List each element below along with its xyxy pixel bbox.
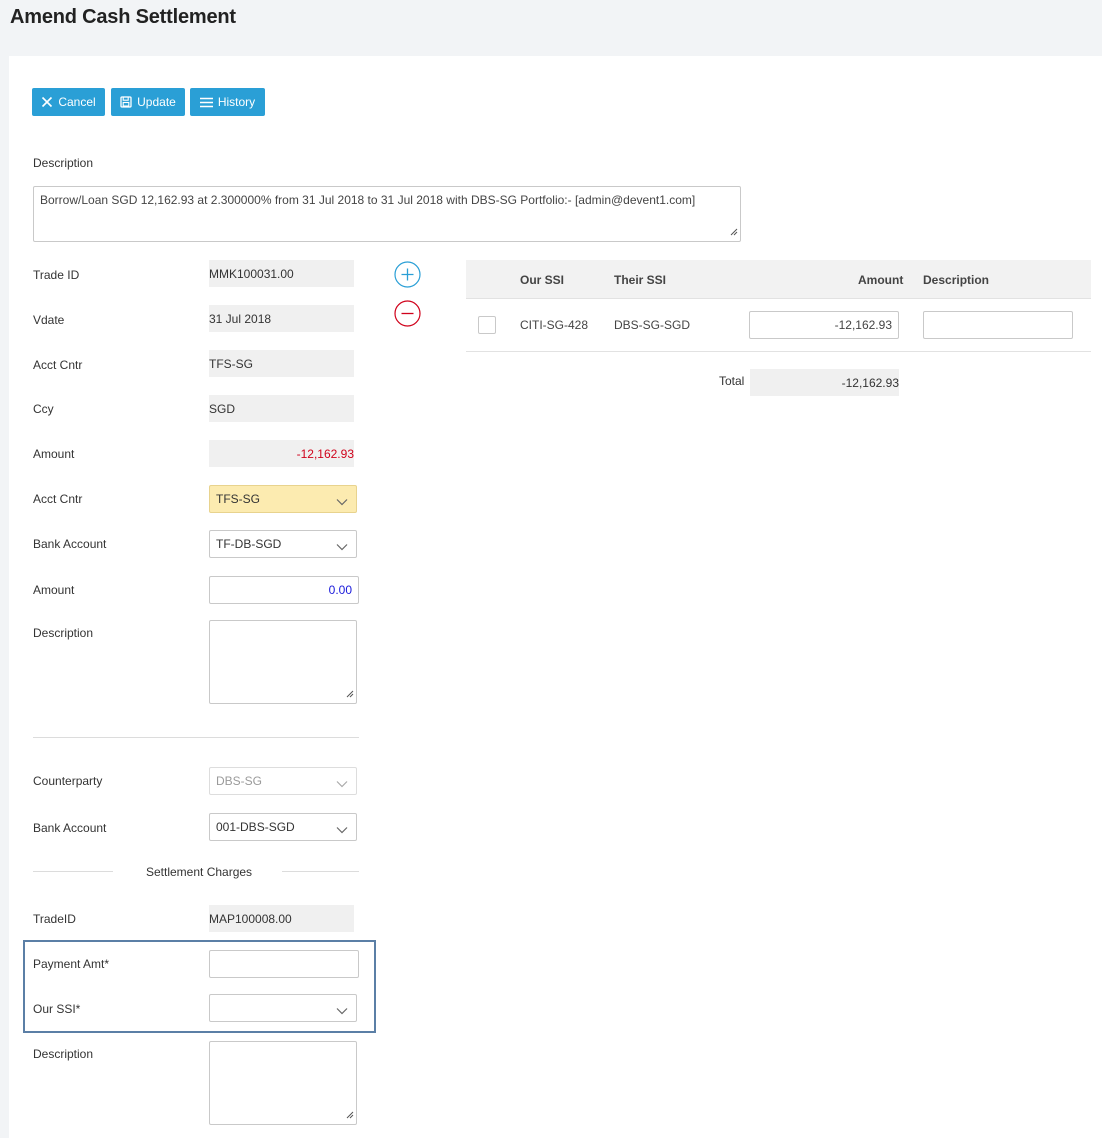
amount-field: -12,162.93 — [209, 440, 354, 467]
trade-id-label: Trade ID — [33, 268, 80, 282]
our-bank-account-select[interactable]: TF-DB-SGD — [209, 530, 357, 558]
our-acct-cntr-value: TFS-SG — [216, 492, 260, 506]
row-checkbox[interactable] — [478, 316, 496, 334]
vdate-field: 31 Jul 2018 — [209, 305, 354, 332]
counterparty-value: DBS-SG — [216, 774, 263, 788]
our-acct-cntr-label: Acct Cntr — [33, 492, 83, 506]
header-our-ssi: Our SSI — [520, 273, 565, 287]
settlement-charges-heading: Settlement Charges — [146, 865, 253, 879]
charges-trade-id-value: MAP100008.00 — [209, 911, 292, 926]
amount-label: Amount — [33, 447, 75, 461]
payment-amt-label: Payment Amt* — [33, 957, 110, 971]
trade-id-value: MMK100031.00 — [209, 266, 294, 281]
header-their-ssi: Their SSI — [614, 273, 667, 287]
header-amount: Amount — [858, 273, 904, 287]
resize-handle-icon[interactable] — [346, 1108, 354, 1122]
acct-cntr-value: TFS-SG — [209, 356, 253, 371]
our-amount-label: Amount — [33, 583, 75, 597]
save-icon — [120, 96, 132, 108]
chevron-down-icon — [336, 823, 348, 837]
our-ssi-label: Our SSI* — [33, 1002, 81, 1016]
chevron-down-icon — [336, 495, 348, 509]
list-icon — [199, 97, 213, 108]
our-bank-account-value: TF-DB-SGD — [216, 537, 282, 551]
vdate-label: Vdate — [33, 313, 65, 327]
trade-id-field: MMK100031.00 — [209, 260, 354, 287]
counterparty-label: Counterparty — [33, 774, 103, 788]
acct-cntr-label: Acct Cntr — [33, 358, 83, 372]
ccy-field: SGD — [209, 395, 354, 422]
resize-handle-icon[interactable] — [346, 687, 354, 701]
row-amount-value: -12,162.93 — [834, 318, 892, 332]
their-bank-account-label: Bank Account — [33, 821, 107, 835]
amount-value: -12,162.93 — [296, 446, 354, 461]
total-value: -12,162.93 — [841, 375, 899, 390]
description-textarea[interactable]: Borrow/Loan SGD 12,162.93 at 2.300000% f… — [33, 186, 741, 242]
our-amount-input[interactable]: 0.00 — [209, 576, 359, 604]
charges-trade-id-field: MAP100008.00 — [209, 905, 354, 932]
row-their-ssi: DBS-SG-SGD — [614, 318, 691, 332]
total-field: -12,162.93 — [750, 369, 899, 396]
vdate-value: 31 Jul 2018 — [209, 311, 272, 326]
remove-row-button[interactable] — [394, 300, 421, 327]
charges-description-label: Description — [33, 1047, 94, 1061]
our-amount-value: 0.00 — [328, 583, 352, 597]
header-description: Description — [923, 273, 990, 287]
charges-trade-id-label: TradeID — [33, 912, 76, 926]
charges-divider-left — [33, 871, 113, 872]
total-label: Total — [719, 374, 745, 388]
counterparty-select: DBS-SG — [209, 767, 357, 795]
ccy-label: Ccy — [33, 402, 54, 416]
row-our-ssi: CITI-SG-428 — [520, 318, 589, 332]
row-description-input[interactable] — [923, 311, 1073, 339]
cancel-button-label: Cancel — [58, 95, 96, 109]
chevron-down-icon — [336, 777, 348, 791]
section-divider — [33, 737, 359, 738]
charges-divider-right — [282, 871, 359, 872]
our-description-label: Description — [33, 626, 94, 640]
our-acct-cntr-select[interactable]: TFS-SG — [209, 485, 357, 513]
minus-circle-icon — [394, 300, 421, 330]
add-row-button[interactable] — [394, 261, 421, 288]
their-bank-account-value: 001-DBS-SGD — [216, 820, 295, 834]
history-button[interactable]: History — [190, 88, 265, 116]
plus-circle-icon — [394, 261, 421, 291]
their-bank-account-select[interactable]: 001-DBS-SGD — [209, 813, 357, 841]
update-button[interactable]: Update — [111, 88, 185, 116]
our-ssi-select[interactable] — [209, 994, 357, 1022]
description-text: Borrow/Loan SGD 12,162.93 at 2.300000% f… — [40, 193, 696, 207]
cancel-button[interactable]: Cancel — [32, 88, 105, 116]
ccy-value: SGD — [209, 401, 236, 416]
update-button-label: Update — [137, 95, 176, 109]
resize-handle-icon[interactable] — [730, 225, 738, 239]
row-amount-input[interactable]: -12,162.93 — [749, 311, 899, 339]
our-bank-account-label: Bank Account — [33, 537, 107, 551]
our-description-textarea[interactable] — [209, 620, 357, 704]
page-title: Amend Cash Settlement — [10, 6, 236, 28]
chevron-down-icon — [336, 540, 348, 554]
payment-amt-input[interactable] — [209, 950, 359, 978]
chevron-down-icon — [336, 1004, 348, 1018]
close-icon — [41, 96, 53, 108]
history-button-label: History — [217, 95, 256, 109]
charges-description-textarea[interactable] — [209, 1041, 357, 1125]
description-label: Description — [33, 156, 94, 170]
table-row: CITI-SG-428 DBS-SG-SGD -12,162.93 — [466, 299, 1091, 352]
acct-cntr-field: TFS-SG — [209, 350, 354, 377]
